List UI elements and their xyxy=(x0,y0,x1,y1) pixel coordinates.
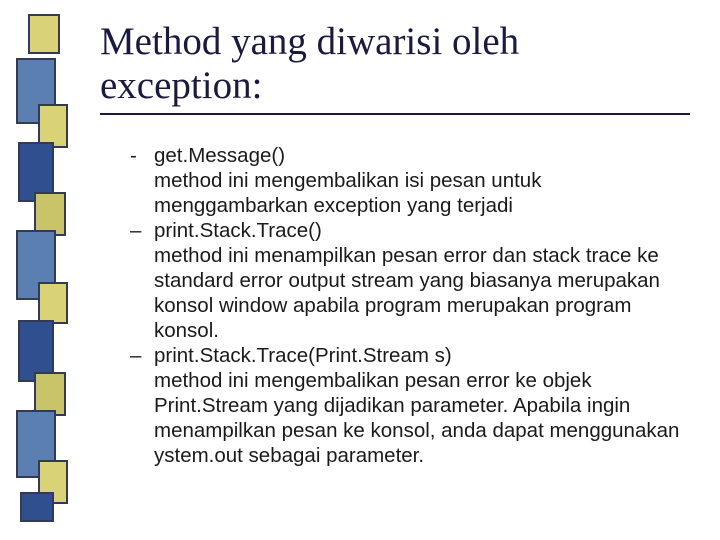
list-item: –print.Stack.Trace(Print.Stream s)method… xyxy=(130,343,690,468)
item-header: -get.Message() xyxy=(130,143,690,168)
item-header: –print.Stack.Trace() xyxy=(130,218,690,243)
method-name: get.Message() xyxy=(154,143,690,168)
item-header: –print.Stack.Trace(Print.Stream s) xyxy=(130,343,690,368)
slide-title: Method yang diwarisi oleh exception: xyxy=(100,20,690,115)
slide-content: Method yang diwarisi oleh exception: -ge… xyxy=(100,20,690,468)
method-list: -get.Message()method ini mengembalikan i… xyxy=(130,143,690,468)
bullet: – xyxy=(130,218,154,243)
list-item: -get.Message()method ini mengembalikan i… xyxy=(130,143,690,218)
decorative-block xyxy=(38,282,68,324)
method-name: print.Stack.Trace() xyxy=(154,218,690,243)
method-desc: method ini menampilkan pesan error dan s… xyxy=(154,243,690,343)
decorative-block xyxy=(20,492,54,522)
method-name: print.Stack.Trace(Print.Stream s) xyxy=(154,343,690,368)
decorative-sidebar xyxy=(16,14,74,524)
bullet: – xyxy=(130,343,154,368)
method-desc: method ini mengembalikan isi pesan untuk… xyxy=(154,168,690,218)
method-desc: method ini mengembalikan pesan error ke … xyxy=(154,368,690,468)
list-item: –print.Stack.Trace()method ini menampilk… xyxy=(130,218,690,343)
decorative-block xyxy=(28,14,60,54)
bullet: - xyxy=(130,143,154,168)
